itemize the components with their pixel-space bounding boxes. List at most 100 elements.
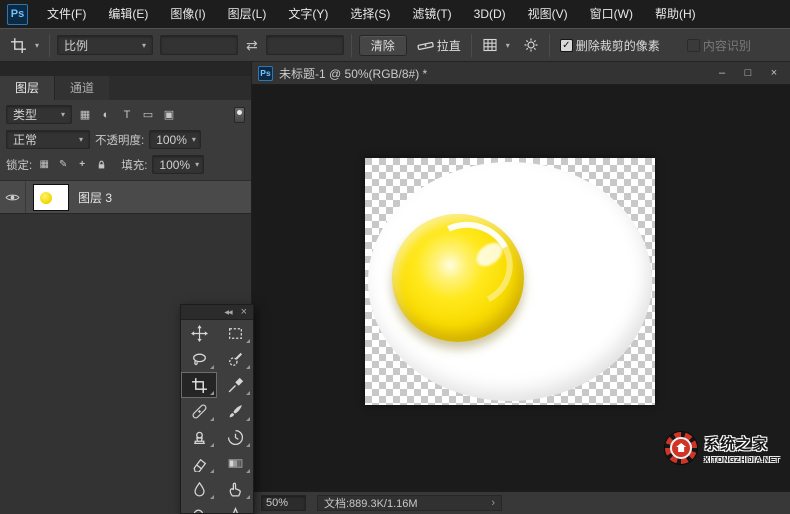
zoom-level-input[interactable]: 50% — [261, 495, 306, 511]
history-brush-tool-icon — [227, 429, 243, 445]
gradient-tool-icon — [228, 458, 242, 468]
document-tab-icon: Ps — [258, 65, 273, 81]
document-info-field[interactable]: 文档:889.3K/1.16M › — [317, 495, 502, 511]
shape-filter-icon[interactable]: ▭ — [140, 107, 156, 123]
healing-brush-tool[interactable] — [181, 398, 217, 424]
chevron-down-icon: ▾ — [35, 40, 40, 50]
healing-brush-tool-icon — [192, 404, 206, 418]
tools-panel-header[interactable]: ◀◀ × — [181, 305, 253, 320]
menu-type[interactable]: 文字(Y) — [277, 0, 339, 28]
collapse-panel-icon[interactable]: ◀◀ — [224, 309, 232, 316]
clone-stamp-tool[interactable] — [181, 424, 217, 450]
minimize-button[interactable]: – — [712, 65, 732, 82]
panel-tab-bar: 图层 通道 — [0, 76, 251, 100]
chevron-down-icon: ▾ — [505, 40, 510, 50]
menu-help[interactable]: 帮助(H) — [644, 0, 707, 28]
quick-selection-tool[interactable] — [217, 346, 253, 372]
content-aware-option: 内容识别 — [684, 35, 754, 56]
menu-select[interactable]: 选择(S) — [339, 0, 401, 28]
blend-mode-select[interactable]: 正常 ▾ — [6, 130, 90, 149]
lock-row: 锁定: ▦ ✎ + 填充: 100% ▾ — [0, 152, 251, 181]
layer-row[interactable]: 图层 3 — [0, 181, 251, 214]
crop-tool[interactable] — [181, 372, 217, 398]
tools-panel: ◀◀ × — [180, 304, 254, 514]
menu-view[interactable]: 视图(V) — [517, 0, 579, 28]
lock-all-icon[interactable] — [94, 158, 108, 172]
document-title-bar[interactable]: Ps 未标题-1 @ 50%(RGB/8#) * – □ × — [252, 62, 790, 85]
swap-dimensions-button[interactable]: ⇄ — [245, 37, 259, 54]
gradient-tool[interactable] — [217, 450, 253, 476]
crop-options-button[interactable] — [520, 35, 542, 55]
pen-tool-icon — [232, 506, 238, 513]
pixel-filter-icon[interactable]: ▦ — [77, 107, 93, 123]
layer-filter-toggle[interactable] — [234, 106, 245, 123]
gear-icon — [523, 37, 539, 53]
pen-tool[interactable] — [217, 502, 253, 513]
opacity-value: 100% — [156, 132, 187, 147]
chevron-right-icon[interactable]: › — [491, 497, 495, 509]
document-image[interactable] — [365, 158, 655, 405]
eraser-tool-icon — [192, 458, 206, 472]
clear-button[interactable]: 清除 — [358, 34, 407, 56]
filter-type-select[interactable]: 类型 ▾ — [6, 105, 72, 124]
layer-thumbnail[interactable] — [33, 183, 69, 211]
eyedropper-tool[interactable] — [217, 372, 253, 398]
delete-cropped-pixels-checkbox[interactable]: ✓ — [559, 38, 573, 52]
grid-overlay-icon — [482, 37, 498, 53]
menu-edit[interactable]: 编辑(E) — [97, 0, 159, 28]
lock-label: 锁定: — [6, 159, 33, 172]
menu-layer[interactable]: 图层(L) — [217, 0, 278, 28]
brush-tool[interactable] — [217, 398, 253, 424]
blend-mode-row: 正常 ▾ 不透明度: 100% ▾ — [0, 127, 251, 152]
lock-paint-icon[interactable]: ✎ — [56, 158, 70, 172]
lock-transparency-icon[interactable]: ▦ — [37, 158, 51, 172]
crop-height-input[interactable] — [265, 35, 344, 55]
tab-layers[interactable]: 图层 — [0, 76, 55, 100]
ratio-select-value: 比例 — [64, 38, 89, 53]
crop-icon — [10, 37, 27, 54]
move-tool[interactable] — [181, 320, 217, 346]
marquee-tool[interactable] — [217, 320, 253, 346]
opacity-input[interactable]: 100% ▾ — [149, 130, 202, 149]
dodge-tool-icon — [193, 509, 203, 513]
menu-window[interactable]: 窗口(W) — [579, 0, 644, 28]
filter-type-value: 类型 — [13, 108, 38, 122]
crop-tool-preset-button[interactable]: ▾ — [7, 35, 42, 56]
overlay-options-button[interactable]: ▾ — [479, 35, 513, 55]
lock-move-icon[interactable]: + — [75, 158, 89, 172]
smudge-tool[interactable] — [217, 476, 253, 502]
dodge-tool[interactable] — [181, 502, 217, 513]
type-filter-icon[interactable]: T — [119, 107, 135, 123]
fill-input[interactable]: 100% ▾ — [152, 155, 205, 174]
aspect-ratio-select[interactable]: 比例 ▾ — [57, 35, 154, 55]
restore-button[interactable]: □ — [738, 65, 758, 82]
watermark-text: 系统之家 XITONGZHIJIA.NET — [704, 433, 780, 464]
blur-tool[interactable] — [181, 476, 217, 502]
close-button[interactable]: × — [764, 65, 784, 82]
tab-channels[interactable]: 通道 — [54, 76, 110, 100]
menu-3d[interactable]: 3D(D) — [463, 0, 517, 28]
document-window: Ps 未标题-1 @ 50%(RGB/8#) * – □ × 系统之家 XITO… — [252, 62, 790, 514]
lasso-tool-icon — [192, 353, 206, 365]
menu-image[interactable]: 图像(I) — [159, 0, 216, 28]
smart-object-filter-icon[interactable]: ▣ — [161, 107, 177, 123]
lasso-tool[interactable] — [181, 346, 217, 372]
layer-filter-row: 类型 ▾ ▦ ◐ T ▭ ▣ — [0, 100, 251, 127]
photoshop-logo: Ps — [7, 3, 28, 25]
crop-width-input[interactable] — [160, 35, 239, 55]
menu-filter[interactable]: 滤镜(T) — [401, 0, 462, 28]
watermark-site-url: XITONGZHIJIA.NET — [704, 454, 780, 464]
adjustment-filter-icon[interactable]: ◐ — [98, 107, 114, 123]
straighten-button[interactable]: 拉直 — [414, 35, 464, 56]
close-panel-icon[interactable]: × — [241, 307, 247, 318]
history-brush-tool[interactable] — [217, 424, 253, 450]
eraser-tool[interactable] — [181, 450, 217, 476]
layer-visibility-toggle[interactable] — [0, 181, 26, 213]
move-tool-icon — [190, 324, 208, 342]
canvas-area[interactable]: 系统之家 XITONGZHIJIA.NET — [252, 85, 790, 491]
menu-file[interactable]: 文件(F) — [36, 0, 97, 28]
crop-tool-icon — [191, 377, 207, 393]
delete-cropped-pixels-option[interactable]: ✓ 删除裁剪的像素 — [557, 35, 663, 56]
content-aware-label: 内容识别 — [702, 38, 751, 53]
layer-name[interactable]: 图层 3 — [78, 189, 112, 206]
